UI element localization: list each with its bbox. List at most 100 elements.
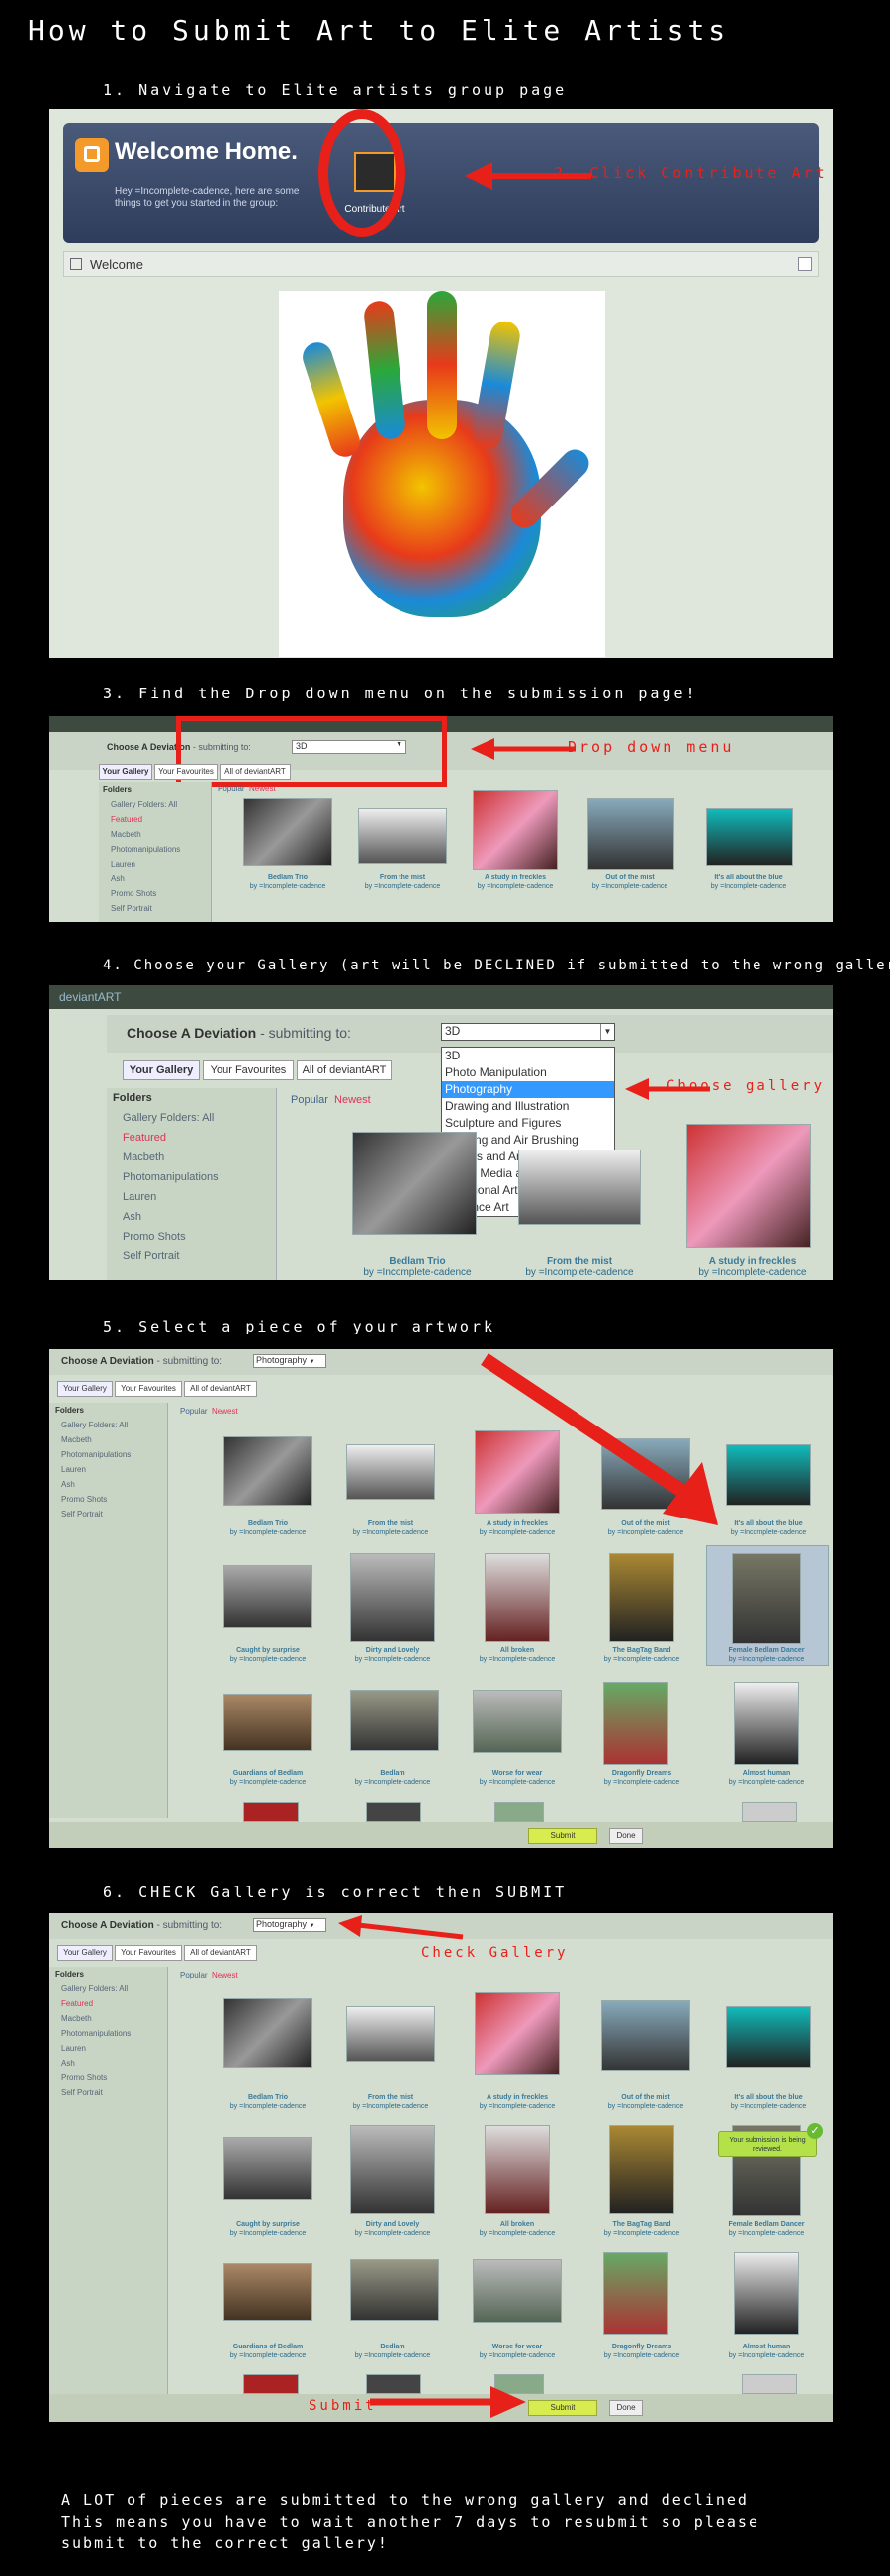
sort-newest[interactable]: Newest [334,1094,371,1106]
thumbnail[interactable] [350,1690,439,1751]
folder-item[interactable]: Macbeth [99,827,211,842]
folder-item[interactable]: Self Portrait [49,1507,167,1521]
sort-popular[interactable]: Popular [218,784,245,793]
folder-item[interactable]: Ash [99,872,211,886]
folder-item[interactable]: Ash [49,1477,167,1492]
thumbnail[interactable] [243,2374,299,2394]
gallery-select[interactable]: Photography ▼ [253,1354,326,1368]
done-button[interactable]: Done [609,2400,643,2416]
tab-your-gallery[interactable]: Your Gallery [123,1060,200,1080]
submit-button[interactable]: Submit [528,1828,597,1844]
folder-item[interactable]: Gallery Folders: All [49,1418,167,1432]
thumbnail[interactable] [475,1430,560,1514]
thumbnail[interactable] [223,1565,312,1628]
edit-icon[interactable] [798,257,812,271]
tab-your-favourites[interactable]: Your Favourites [203,1060,294,1080]
folder-item[interactable]: Promo Shots [99,886,211,901]
folder-item[interactable]: Lauren [99,857,211,872]
folder-item[interactable]: Promo Shots [107,1227,276,1246]
gallery-select[interactable]: Photography ▼ [253,1918,326,1932]
thumbnail[interactable] [473,790,558,870]
submit-button[interactable]: Submit [528,2400,597,2416]
option-drawing[interactable]: Drawing and Illustration [442,1098,614,1115]
thumbnail[interactable] [243,798,332,866]
thumbnail[interactable] [223,2137,312,2200]
folder-item[interactable]: Macbeth [49,2011,167,2026]
thumbnail[interactable] [346,1444,435,1500]
tab-all-deviantart[interactable]: All of deviantART [184,1945,257,1961]
thumbnail[interactable] [742,1802,797,1822]
folder-item[interactable]: Self Portrait [49,2085,167,2100]
thumbnail[interactable] [223,2263,312,2321]
option-sculpture[interactable]: Sculpture and Figures [442,1115,614,1132]
thumbnail[interactable] [518,1150,641,1225]
folder-item[interactable]: Photomanipulations [49,1447,167,1462]
folder-item[interactable]: Ash [49,2056,167,2070]
thumbnail[interactable] [686,1124,811,1248]
thumbnail[interactable] [734,1682,799,1765]
thumbnail[interactable] [358,808,447,864]
done-button[interactable]: Done [609,1828,643,1844]
folder-item[interactable]: Promo Shots [49,2070,167,2085]
thumbnail[interactable] [706,808,793,866]
thumbnail[interactable] [485,2125,550,2214]
tab-all-deviantart[interactable]: All of deviantART [184,1381,257,1397]
tab-your-favourites[interactable]: Your Favourites [154,764,218,780]
thumbnail[interactable] [223,1436,312,1506]
tab-all-deviantart[interactable]: All of deviantART [297,1060,392,1080]
folder-item[interactable]: Photomanipulations [107,1167,276,1187]
thumbnail[interactable] [366,2374,421,2394]
thumbnail[interactable] [473,2259,562,2323]
thumbnail[interactable] [350,2259,439,2321]
thumbnail[interactable] [609,1553,674,1642]
option-photo-manipulation[interactable]: Photo Manipulation [442,1064,614,1081]
folder-item[interactable]: Self Portrait [107,1246,276,1266]
gallery-select[interactable]: 3D ▼ [441,1023,615,1041]
folder-item[interactable]: Photomanipulations [99,842,211,857]
folder-item[interactable]: Gallery Folders: All [49,1981,167,1996]
thumbnail[interactable] [726,1444,811,1506]
thumbnail[interactable] [734,2252,799,2335]
thumbnail[interactable] [587,798,674,870]
folder-item[interactable]: Macbeth [49,1432,167,1447]
folder-item[interactable]: Photomanipulations [49,2026,167,2041]
tab-your-gallery[interactable]: Your Gallery [57,1381,113,1397]
thumbnail[interactable] [609,2125,674,2214]
folder-item[interactable]: Featured [107,1128,276,1148]
thumbnail[interactable] [726,2006,811,2068]
thumbnail[interactable] [475,1992,560,2075]
thumbnail[interactable] [485,1553,550,1642]
option-photography[interactable]: Photography [442,1081,614,1098]
thumbnail[interactable] [494,1802,544,1822]
folder-item[interactable]: Self Portrait [99,901,211,916]
folder-item[interactable]: Gallery Folders: All [99,797,211,812]
folder-item[interactable]: Featured [99,812,211,827]
folder-item[interactable]: Lauren [49,2041,167,2056]
sort-popular[interactable]: Popular [180,1971,208,1979]
folder-item[interactable]: Lauren [107,1187,276,1207]
thumbnail[interactable] [732,1553,801,1644]
thumbnail[interactable] [742,2374,797,2394]
thumbnail[interactable] [473,1690,562,1753]
thumbnail[interactable] [243,1802,299,1822]
thumbnail[interactable] [350,2125,435,2214]
thumbnail[interactable] [223,1998,312,2068]
thumbnail[interactable] [352,1132,477,1235]
sort-popular[interactable]: Popular [291,1094,328,1106]
folder-item[interactable]: Promo Shots [49,1492,167,1507]
sort-newest[interactable]: Newest [249,784,276,793]
folder-item[interactable]: Featured [49,1996,167,2011]
option-3d[interactable]: 3D [442,1048,614,1064]
sort-newest[interactable]: Newest [212,1971,238,1979]
sort-popular[interactable]: Popular [180,1407,208,1416]
folder-item[interactable]: Lauren [49,1462,167,1477]
folder-item[interactable]: Macbeth [107,1148,276,1167]
sort-newest[interactable]: Newest [212,1407,238,1416]
folder-item[interactable]: Gallery Folders: All [107,1108,276,1128]
thumbnail[interactable] [494,2374,544,2394]
thumbnail[interactable] [346,2006,435,2062]
thumbnail[interactable] [601,2000,690,2071]
thumbnail[interactable] [350,1553,435,1642]
thumbnail[interactable] [603,2252,668,2335]
thumbnail[interactable] [603,1682,668,1765]
